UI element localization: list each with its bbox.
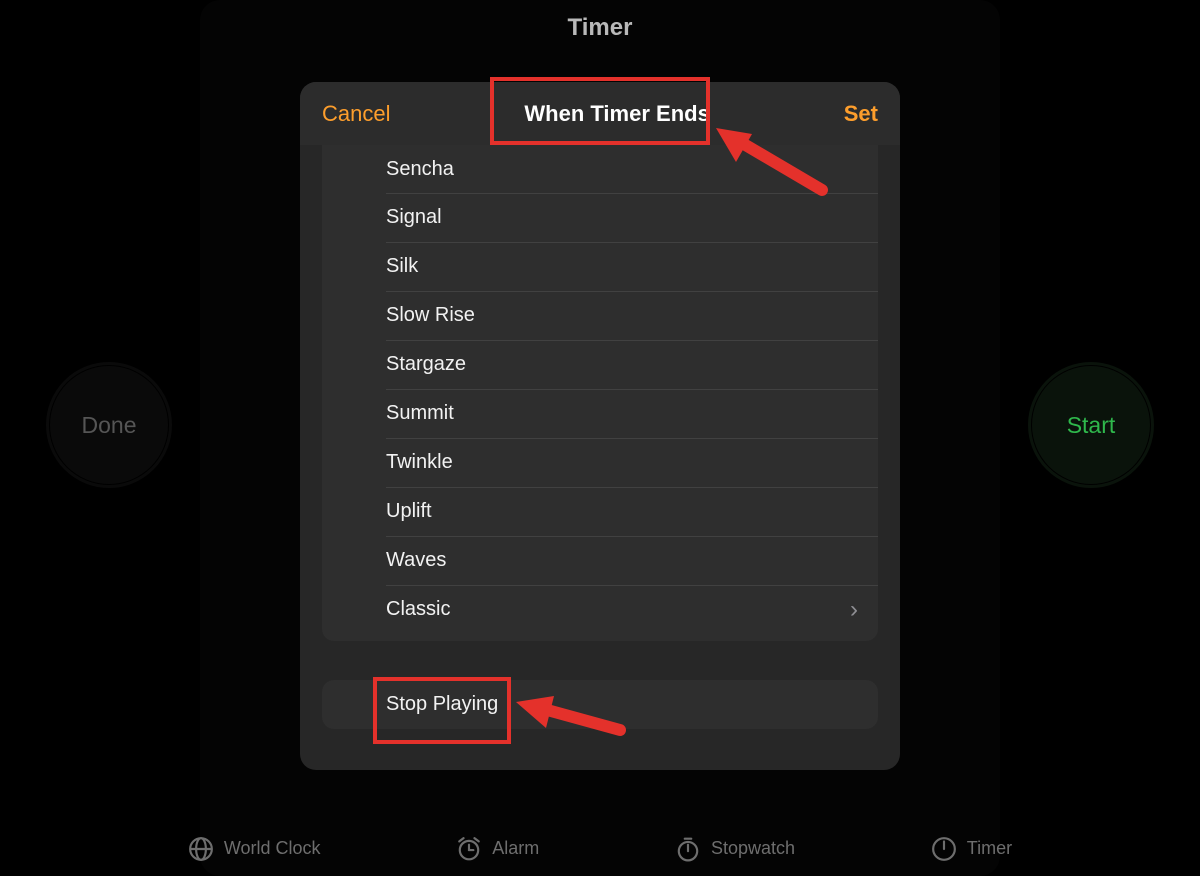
sound-option-stargaze[interactable]: Stargaze bbox=[322, 340, 878, 389]
sound-option-silk[interactable]: Silk bbox=[322, 242, 878, 291]
stop-playing-option[interactable]: Stop Playing bbox=[322, 680, 878, 729]
globe-icon bbox=[188, 836, 214, 862]
sound-option-signal[interactable]: Signal bbox=[322, 193, 878, 242]
tab-stopwatch[interactable]: Stopwatch bbox=[675, 836, 795, 862]
sound-label: Stargaze bbox=[386, 353, 466, 376]
sound-label: Sencha bbox=[386, 158, 454, 181]
sound-label: Waves bbox=[386, 549, 446, 572]
sheet-title: When Timer Ends bbox=[390, 101, 843, 127]
tab-timer[interactable]: Timer bbox=[931, 836, 1012, 862]
when-timer-ends-sheet: Cancel When Timer Ends Set Sencha Signal… bbox=[300, 82, 900, 770]
alarm-clock-icon bbox=[456, 836, 482, 862]
start-button-label: Start bbox=[1067, 412, 1116, 439]
set-button[interactable]: Set bbox=[844, 101, 878, 127]
sound-list[interactable]: Sencha Signal Silk Slow Rise Stargaze Su… bbox=[322, 145, 878, 641]
cancel-button[interactable]: Cancel bbox=[322, 101, 390, 127]
sound-option-classic[interactable]: Classic › bbox=[322, 585, 878, 634]
tab-label: Alarm bbox=[492, 838, 539, 859]
sound-option-waves[interactable]: Waves bbox=[322, 536, 878, 585]
sound-label: Twinkle bbox=[386, 451, 453, 474]
sound-option-uplift[interactable]: Uplift bbox=[322, 487, 878, 536]
tab-alarm[interactable]: Alarm bbox=[456, 836, 539, 862]
tab-label: Stopwatch bbox=[711, 838, 795, 859]
sound-label: Summit bbox=[386, 402, 454, 425]
tab-bar: World Clock Alarm Stopwatch Timer bbox=[0, 821, 1200, 876]
sound-option-slow-rise[interactable]: Slow Rise bbox=[322, 291, 878, 340]
sound-label: Classic bbox=[386, 598, 450, 621]
stopwatch-icon bbox=[675, 836, 701, 862]
sheet-header: Cancel When Timer Ends Set bbox=[300, 82, 900, 145]
chevron-right-icon: › bbox=[850, 596, 858, 624]
tab-world-clock[interactable]: World Clock bbox=[188, 836, 321, 862]
stop-playing-label: Stop Playing bbox=[386, 693, 498, 716]
sound-label: Signal bbox=[386, 206, 442, 229]
tab-label: Timer bbox=[967, 838, 1012, 859]
page-title: Timer bbox=[0, 14, 1200, 42]
sound-label: Silk bbox=[386, 255, 418, 278]
timer-icon bbox=[931, 836, 957, 862]
sound-option-summit[interactable]: Summit bbox=[322, 389, 878, 438]
tab-label: World Clock bbox=[224, 838, 321, 859]
sound-label: Uplift bbox=[386, 500, 432, 523]
sound-option-twinkle[interactable]: Twinkle bbox=[322, 438, 878, 487]
sound-option-sencha[interactable]: Sencha bbox=[322, 145, 878, 193]
done-button[interactable]: Done bbox=[50, 366, 168, 484]
start-button[interactable]: Start bbox=[1032, 366, 1150, 484]
done-button-label: Done bbox=[82, 412, 137, 439]
sound-label: Slow Rise bbox=[386, 304, 475, 327]
